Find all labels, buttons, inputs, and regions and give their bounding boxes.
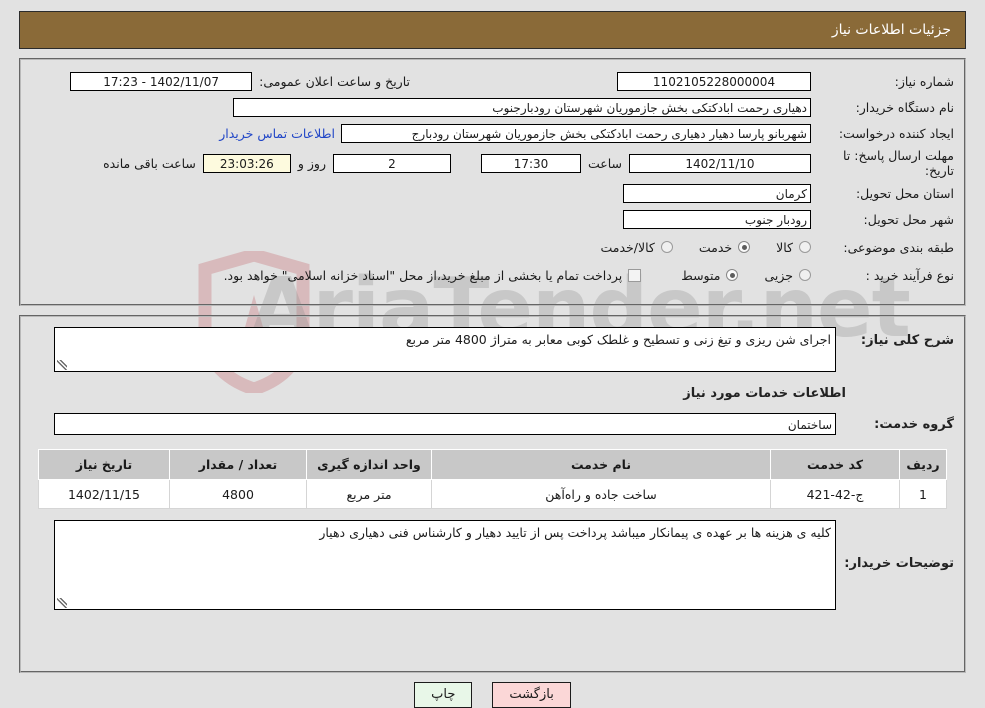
city-label: شهر محل تحویل:: [863, 211, 954, 227]
checkbox-icon[interactable]: [628, 268, 642, 282]
buyer-org-label: نام دستگاه خریدار:: [855, 99, 954, 115]
service-group-field[interactable]: ساختمان: [54, 413, 836, 435]
th-quantity: تعداد / مقدار: [169, 449, 307, 480]
category-option-label: کالا/خدمت: [600, 239, 655, 255]
row-process-type: نوع فرآیند خرید : جزیی متوسط پرداخت تمام…: [31, 264, 954, 286]
creator-label: ایجاد کننده درخواست:: [838, 125, 954, 141]
category-option-label: خدمت: [698, 239, 733, 255]
row-service-group: گروه خدمت: ساختمان: [31, 413, 954, 435]
province-field[interactable]: کرمان: [623, 183, 811, 203]
row-province: استان محل تحویل: کرمان: [31, 182, 954, 204]
category-label: طبقه بندی موضوعی:: [843, 239, 954, 255]
page-header: جزئیات اطلاعات نیاز: [19, 11, 966, 49]
items-table: ردیف کد خدمت نام خدمت واحد اندازه گیری ت…: [38, 449, 947, 509]
radio-icon[interactable]: [660, 241, 673, 253]
deadline-days-field[interactable]: 2: [332, 153, 451, 173]
cell-service-code: ج-42-421: [770, 479, 900, 509]
need-number-field[interactable]: 1102105228000004: [617, 71, 811, 91]
treasury-note-checkbox-item[interactable]: پرداخت تمام یا بخشی از مبلغ خرید،از محل …: [224, 268, 642, 283]
general-info-panel: شماره نیاز: 1102105228000004 تاریخ و ساع…: [19, 58, 966, 306]
table-row: 1 ج-42-421 ساخت جاده و راه‌آهن متر مربع …: [38, 479, 947, 509]
category-radio-group: کالا خدمت کالا/خدمت: [574, 240, 811, 255]
cell-need-date: 1402/11/15: [38, 479, 170, 509]
category-option-kala-khedmat[interactable]: کالا/خدمت: [600, 239, 673, 255]
deadline-remaining-label: ساعت باقی مانده: [103, 155, 196, 171]
services-section-title: اطلاعات خدمات مورد نیاز: [683, 386, 846, 401]
deadline-date-field[interactable]: 1402/11/10: [629, 153, 811, 173]
deadline-label: مهلت ارسال پاسخ: تا تاریخ:: [843, 148, 954, 178]
announce-datetime-field[interactable]: 1402/11/07 - 17:23: [70, 71, 253, 91]
cell-service-name: ساخت جاده و راه‌آهن: [431, 479, 771, 509]
items-table-wrapper: ردیف کد خدمت نام خدمت واحد اندازه گیری ت…: [31, 449, 954, 509]
process-option-motavaset[interactable]: متوسط: [681, 267, 739, 283]
category-option-kala[interactable]: کالا: [776, 240, 811, 255]
description-textarea[interactable]: اجرای شن ریزی و تیغ زنی و تسطیح و غلطک ک…: [54, 327, 836, 372]
buyer-notes-textarea[interactable]: کلیه ی هزینه ها بر عهده ی پیمانکار میباش…: [54, 520, 836, 610]
th-unit: واحد اندازه گیری: [306, 449, 432, 480]
need-number-label: شماره نیاز:: [894, 73, 954, 89]
row-buyer-org: نام دستگاه خریدار: دهیاری رحمت ابادکتکی …: [31, 96, 954, 118]
cell-radif: 1: [899, 479, 947, 509]
cell-unit: متر مربع: [306, 479, 432, 509]
row-need-number: شماره نیاز: 1102105228000004 تاریخ و ساع…: [31, 70, 954, 92]
deadline-time-label: ساعت: [587, 155, 622, 171]
treasury-note-label: پرداخت تمام یا بخشی از مبلغ خرید،از محل …: [223, 267, 623, 283]
announce-label: تاریخ و ساعت اعلان عمومی:: [259, 73, 410, 89]
radio-icon[interactable]: [726, 269, 739, 281]
province-label: استان محل تحویل:: [855, 185, 954, 201]
category-option-label: کالا: [776, 239, 793, 255]
process-option-label: جزیی: [764, 267, 793, 283]
city-field[interactable]: رودبار جنوب: [623, 209, 811, 229]
description-label: شرح کلی نیاز:: [860, 333, 954, 348]
radio-icon[interactable]: [799, 241, 811, 253]
process-type-radio-group: جزیی متوسط پرداخت تمام یا بخشی از مبلغ خ…: [198, 268, 811, 283]
row-deadline: مهلت ارسال پاسخ: تا تاریخ: 1402/11/10 سا…: [31, 148, 954, 178]
row-buyer-notes: توضیحات خریدار: کلیه ی هزینه ها بر عهده …: [31, 520, 954, 610]
deadline-time-field[interactable]: 17:30: [480, 153, 581, 173]
cell-quantity: 4800: [169, 479, 307, 509]
print-button[interactable]: چاپ: [414, 682, 473, 708]
radio-icon[interactable]: [738, 241, 751, 253]
row-city: شهر محل تحویل: رودبار جنوب: [31, 208, 954, 230]
row-category: طبقه بندی موضوعی: کالا خدمت کالا/خدمت: [31, 236, 954, 258]
th-radif: ردیف: [899, 449, 947, 480]
process-option-jozei[interactable]: جزیی: [764, 268, 811, 283]
service-group-label: گروه خدمت:: [874, 416, 954, 432]
buyer-contact-link[interactable]: اطلاعات تماس خریدار: [213, 126, 341, 141]
deadline-days-label: روز و: [297, 155, 326, 171]
th-service-name: نام خدمت: [431, 449, 771, 480]
back-button[interactable]: بازگشت: [492, 682, 571, 708]
row-creator: ایجاد کننده درخواست: شهربانو پارسا دهیار…: [31, 122, 954, 144]
table-header-row: ردیف کد خدمت نام خدمت واحد اندازه گیری ت…: [38, 449, 947, 480]
category-option-khedmat[interactable]: خدمت: [698, 239, 751, 255]
process-option-label: متوسط: [681, 267, 721, 283]
buyer-notes-label: توضیحات خریدار:: [844, 556, 954, 571]
page-title: جزئیات اطلاعات نیاز: [831, 22, 951, 38]
need-details-panel: شرح کلی نیاز: اجرای شن ریزی و تیغ زنی و …: [19, 315, 966, 673]
deadline-countdown-field: 23:03:26: [202, 153, 291, 173]
row-description: شرح کلی نیاز: اجرای شن ریزی و تیغ زنی و …: [31, 327, 954, 372]
th-service-code: کد خدمت: [770, 449, 900, 480]
button-bar: بازگشت چاپ: [0, 682, 985, 708]
buyer-org-field[interactable]: دهیاری رحمت ابادکتکی بخش جازموریان شهرست…: [233, 97, 811, 117]
process-type-label: نوع فرآیند خرید :: [865, 267, 954, 283]
th-need-date: تاریخ نیاز: [38, 449, 170, 480]
radio-icon[interactable]: [799, 269, 811, 281]
creator-field[interactable]: شهربانو پارسا دهیار دهیاری رحمت ابادکتکی…: [341, 123, 811, 143]
